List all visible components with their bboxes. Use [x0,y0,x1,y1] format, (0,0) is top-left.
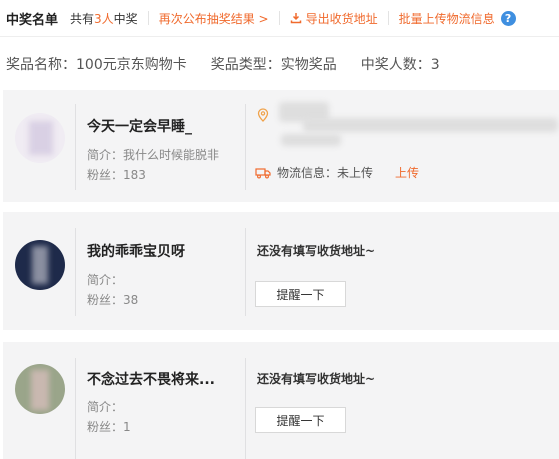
avatar [15,364,65,414]
remind-button[interactable]: 提醒一下 [255,281,346,307]
winner-name: 我的乖乖宝贝呀 [87,244,185,260]
avatar [15,240,65,290]
no-address-text: 还没有填写收货地址~ [257,244,376,258]
divider [147,11,149,25]
divider [278,11,280,25]
winner-card: 我的乖乖宝贝呀 简介： 粉丝：38 还没有填写收货地址~ 提醒一下 [3,212,559,330]
divider [245,228,246,316]
divider [75,228,76,316]
winner-fans: 粉丝：38 [87,293,139,307]
avatar [15,113,65,163]
winner-fans: 粉丝：1 [87,420,131,434]
top-bar: 中奖名单 共有3人中奖 再次公布抽奖结果 > 导出收货地址 批量上传物流信息 ? [0,0,559,37]
winner-count: 共有3人中奖 [70,11,138,26]
winner-intro: 简介： [87,400,124,414]
upload-button[interactable]: 上传 [395,164,419,181]
export-address-button[interactable]: 导出收货地址 [290,10,378,27]
address-redacted [303,118,558,132]
no-address-text: 还没有填写收货地址~ [257,372,376,386]
prize-info: 奖品名称：100元京东购物卡 奖品类型：实物奖品 中奖人数：3 [0,37,559,91]
divider [387,11,389,25]
batch-upload-link[interactable]: 批量上传物流信息 [399,10,495,27]
remind-button[interactable]: 提醒一下 [255,407,346,433]
help-icon[interactable]: ? [500,10,516,26]
divider [245,104,246,190]
prize-type: 奖品类型：实物奖品 [210,57,337,73]
logistics-info: 物流信息： 未上传 上传 [255,164,419,181]
winner-fans: 粉丝：183 [87,168,146,182]
prize-name: 奖品名称：100元京东购物卡 [6,57,187,73]
winner-card: 不念过去不畏将来... 简介： 粉丝：1 还没有填写收货地址~ 提醒一下 [3,342,559,459]
truck-icon [255,167,271,178]
winner-name: 今天一定会早睡_ [87,119,192,135]
page-title: 中奖名单 [6,12,59,28]
address-redacted [281,134,341,146]
location-pin-icon [257,108,269,122]
download-icon [290,13,301,24]
winner-card: 今天一定会早睡_ 简介：我什么时候能脱非 粉丝：183 物流信息： 未上传 上传 [3,90,559,202]
winner-intro: 简介： [87,273,124,287]
divider [245,358,246,459]
divider [75,358,76,459]
winner-name: 不念过去不畏将来... [87,372,215,388]
export-label: 导出收货地址 [305,11,378,26]
winner-intro: 简介：我什么时候能脱非 [87,148,220,162]
divider [75,104,76,190]
republish-link[interactable]: 再次公布抽奖结果 > [159,10,269,27]
winner-number: 中奖人数：3 [360,57,440,73]
